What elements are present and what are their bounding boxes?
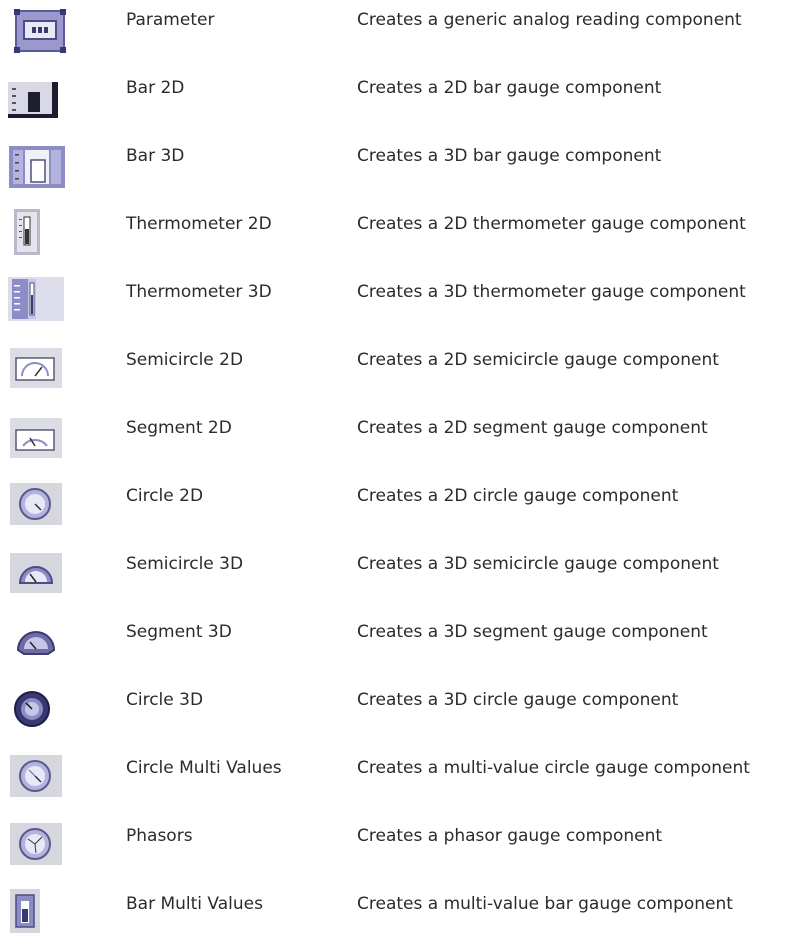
icon-cell bbox=[0, 476, 80, 536]
component-description: Creates a 3D segment gauge component bbox=[357, 622, 708, 642]
component-description: Creates a 2D bar gauge component bbox=[357, 78, 662, 98]
bar-2d-icon bbox=[8, 82, 58, 118]
component-description: Creates a multi-value circle gauge compo… bbox=[357, 758, 750, 778]
component-description: Creates a 3D bar gauge component bbox=[357, 146, 662, 166]
table-row: Circle Multi Values Creates a multi-valu… bbox=[0, 748, 804, 816]
component-name: Circle 2D bbox=[126, 486, 204, 506]
icon-cell bbox=[0, 544, 80, 604]
component-name: Bar 3D bbox=[126, 146, 185, 166]
component-name: Parameter bbox=[126, 10, 215, 30]
component-description: Creates a 3D semicircle gauge component bbox=[357, 554, 719, 574]
bar-3d-icon bbox=[9, 146, 65, 188]
icon-cell bbox=[0, 680, 80, 740]
table-row: Bar Multi Values Creates a multi-value b… bbox=[0, 884, 804, 952]
table-row: Semicircle 2D Creates a 2D semicircle ga… bbox=[0, 340, 804, 408]
icon-cell bbox=[0, 68, 80, 128]
icon-cell bbox=[0, 136, 80, 196]
component-name: Segment 2D bbox=[126, 418, 232, 438]
semicircle-3d-icon bbox=[10, 553, 62, 593]
component-description: Creates a 2D circle gauge component bbox=[357, 486, 679, 506]
component-table: Parameter Creates a generic analog readi… bbox=[0, 0, 804, 941]
table-row: Circle 2D Creates a 2D circle gauge comp… bbox=[0, 476, 804, 544]
parameter-icon bbox=[14, 9, 66, 53]
icon-cell bbox=[0, 612, 80, 672]
component-description: Creates a 2D thermometer gauge component bbox=[357, 214, 746, 234]
component-name: Circle Multi Values bbox=[126, 758, 282, 778]
table-row: Phasors Creates a phasor gauge component bbox=[0, 816, 804, 884]
component-name: Phasors bbox=[126, 826, 193, 846]
component-name: Thermometer 3D bbox=[126, 282, 272, 302]
circle-3d-icon bbox=[14, 691, 50, 727]
icon-cell bbox=[0, 408, 80, 468]
circle-multi-values-icon bbox=[10, 755, 62, 797]
circle-2d-icon bbox=[10, 483, 62, 525]
component-name: Semicircle 2D bbox=[126, 350, 244, 370]
component-description: Creates a phasor gauge component bbox=[357, 826, 663, 846]
component-description: Creates a 2D semicircle gauge component bbox=[357, 350, 719, 370]
icon-cell bbox=[0, 272, 80, 332]
table-row: Bar 2D Creates a 2D bar gauge component bbox=[0, 68, 804, 136]
table-row: Thermometer 3D Creates a 3D thermometer … bbox=[0, 272, 804, 340]
component-description: Creates a 2D segment gauge component bbox=[357, 418, 708, 438]
table-row: Circle 3D Creates a 3D circle gauge comp… bbox=[0, 680, 804, 748]
table-row: Segment 2D Creates a 2D segment gauge co… bbox=[0, 408, 804, 476]
segment-3d-icon bbox=[16, 631, 56, 655]
table-row: Thermometer 2D Creates a 2D thermometer … bbox=[0, 204, 804, 272]
bar-multi-values-icon bbox=[10, 889, 40, 933]
component-name: Thermometer 2D bbox=[126, 214, 272, 234]
component-name: Segment 3D bbox=[126, 622, 232, 642]
component-name: Bar Multi Values bbox=[126, 894, 263, 914]
icon-cell bbox=[0, 340, 80, 400]
thermometer-2d-icon bbox=[14, 209, 40, 255]
component-description: Creates a multi-value bar gauge componen… bbox=[357, 894, 733, 914]
table-row: Semicircle 3D Creates a 3D semicircle ga… bbox=[0, 544, 804, 612]
table-row: Parameter Creates a generic analog readi… bbox=[0, 0, 804, 68]
phasors-icon bbox=[10, 823, 62, 865]
icon-cell bbox=[0, 748, 80, 808]
component-description: Creates a generic analog reading compone… bbox=[357, 10, 742, 30]
component-name: Bar 2D bbox=[126, 78, 185, 98]
component-name: Semicircle 3D bbox=[126, 554, 244, 574]
icon-cell bbox=[0, 204, 80, 264]
icon-cell bbox=[0, 0, 80, 60]
icon-cell bbox=[0, 884, 80, 944]
component-description: Creates a 3D circle gauge component bbox=[357, 690, 679, 710]
thermometer-3d-icon bbox=[8, 277, 64, 321]
component-description: Creates a 3D thermometer gauge component bbox=[357, 282, 746, 302]
segment-2d-icon bbox=[10, 418, 62, 458]
icon-cell bbox=[0, 816, 80, 876]
table-row: Segment 3D Creates a 3D segment gauge co… bbox=[0, 612, 804, 680]
component-name: Circle 3D bbox=[126, 690, 204, 710]
table-row: Bar 3D Creates a 3D bar gauge component bbox=[0, 136, 804, 204]
semicircle-2d-icon bbox=[10, 348, 62, 388]
